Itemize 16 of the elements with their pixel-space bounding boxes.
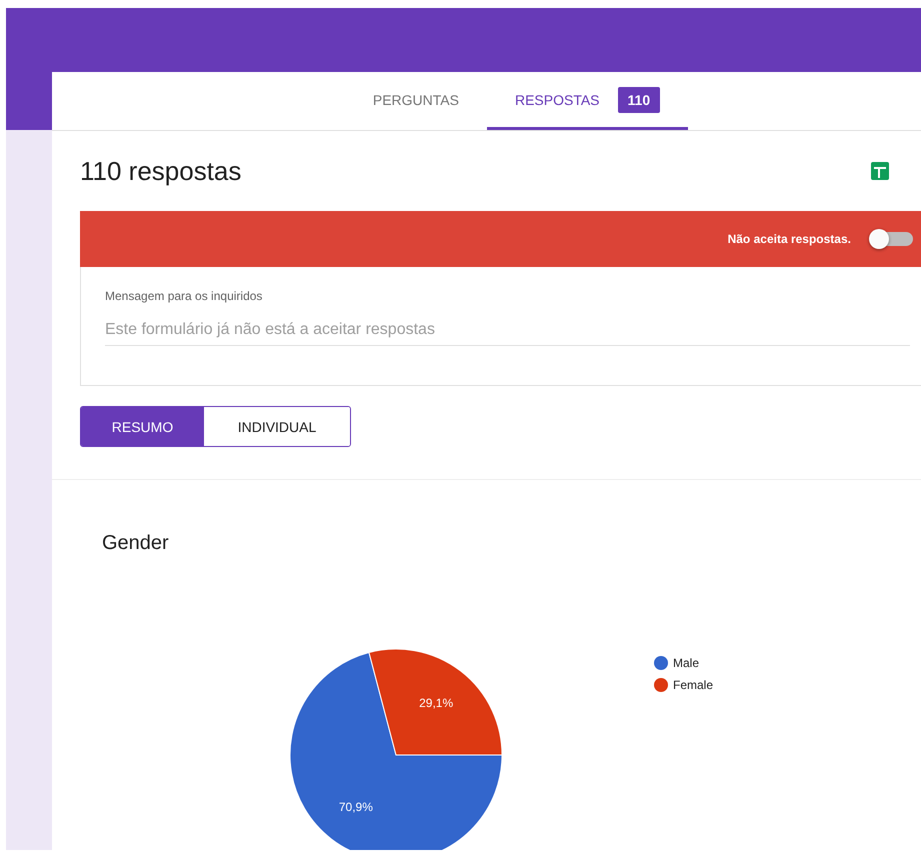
legend-label: Male	[673, 656, 700, 670]
legend-marker	[654, 656, 668, 670]
slice-label: 29,1%	[419, 696, 454, 710]
responses-title: 110 respostas	[80, 156, 242, 186]
field-label: Mensagem para os inquiridos	[105, 289, 264, 303]
accepting-toggle[interactable]	[869, 229, 913, 249]
view-button[interactable]: RESUMO	[81, 407, 204, 446]
spreadsheet-icon[interactable]	[871, 162, 889, 180]
tab[interactable]: PERGUNTAS	[344, 72, 487, 130]
legend-label: Female	[673, 678, 714, 692]
slice-label: 70,9%	[338, 800, 373, 814]
question-title: Gender	[102, 532, 170, 555]
count-badge: 110	[618, 86, 660, 112]
tab[interactable]: RESPOSTAS 110	[486, 72, 688, 130]
banner-text: Não aceita respostas.	[728, 232, 851, 246]
legend-marker	[654, 678, 668, 692]
